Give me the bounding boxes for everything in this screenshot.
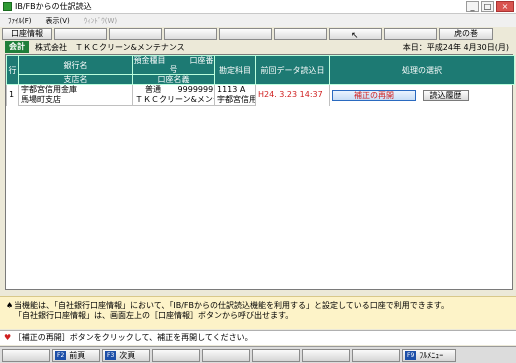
fkey-f5-button[interactable]: [202, 348, 250, 362]
fkey-f6-button[interactable]: [252, 348, 300, 362]
fkey-f2-badge: F2: [55, 350, 67, 360]
header-account-number: 預金種目 口座番号: [132, 55, 215, 75]
account-number: 9999999: [177, 85, 214, 94]
header-row-number: 行: [6, 55, 19, 85]
company-bar: 会計 株式会社 ＴＫＣクリーン&メンテナンス 本日：平成24年 4月30日(月): [5, 41, 513, 53]
notice-line-1: ♠当機能は、「自社銀行口座情報」において、「IB/FBからの仕訳読込機能を利用す…: [6, 301, 449, 310]
kaikei-badge: 会計: [5, 41, 29, 53]
header-account-name: 口座名義: [132, 74, 215, 85]
toolbar-button-2[interactable]: [54, 28, 107, 40]
resume-correction-button[interactable]: 補正の再開: [332, 89, 416, 101]
bank-name: 宇都宮信用金庫: [18, 84, 133, 95]
fkey-prev-page-label: 前頁: [69, 350, 86, 360]
toolbar: 口座情報 虎の巻: [0, 27, 516, 41]
heart-icon: ♥: [4, 333, 12, 342]
menu-window[interactable]: ｳｨﾝﾄﾞｳ(W): [84, 16, 117, 26]
minimize-button[interactable]: _: [466, 1, 479, 12]
account-name: ＴＫＣクリーン&メンテナンス: [132, 95, 215, 106]
read-history-button[interactable]: 読込履歴: [422, 89, 469, 101]
menu-view[interactable]: 表示(V): [46, 16, 70, 26]
branch-name: 馬場町支店: [18, 95, 133, 106]
window-titlebar: IB/FBからの仕訳読込 _ □ ×: [0, 0, 516, 14]
function-key-bar: F2 前頁 F3 次頁 F9 ﾌﾙﾒﾆｭｰ: [0, 346, 516, 363]
fkey-f1-button[interactable]: [2, 348, 50, 362]
subject-name: 宇都宮信用: [214, 95, 256, 106]
toolbar-button-3[interactable]: [109, 28, 162, 40]
fkey-next-page-label: 次頁: [119, 350, 136, 360]
mouse-cursor-icon: ↖: [351, 31, 359, 41]
close-button[interactable]: ×: [496, 1, 514, 12]
header-subject: 勘定科目: [214, 55, 256, 85]
fkey-f4-button[interactable]: [152, 348, 200, 362]
status-text: ［補正の再開］ボタンをクリックして、補正を再開してください。: [13, 333, 253, 342]
app-icon: [3, 2, 12, 11]
deposit-type: 普通: [145, 85, 161, 94]
notice-line-2: 「自社銀行口座情報」は、画面左上の［口座情報］ボタンから呼び出せます。: [14, 311, 294, 320]
menu-bar: ﾌｧｲﾙ(F) 表示(V) ｳｨﾝﾄﾞｳ(W): [0, 14, 516, 27]
header-last-read: 前回データ読込日: [255, 55, 330, 85]
tora-no-maki-button[interactable]: 虎の巻: [439, 28, 493, 40]
toolbar-button-8[interactable]: [384, 28, 437, 40]
menu-file[interactable]: ﾌｧｲﾙ(F): [8, 16, 32, 26]
company-name: 株式会社 ＴＫＣクリーン&メンテナンス: [35, 42, 185, 52]
fkey-f7-button[interactable]: [302, 348, 350, 362]
account-table: 行 銀行名 預金種目 口座番号 勘定科目 前回データ読込日 処理の選択 支店名 …: [5, 54, 515, 290]
row-number: 1: [6, 84, 19, 106]
subject-code: 1113 A: [214, 84, 256, 95]
toolbar-button-4[interactable]: [164, 28, 217, 40]
fkey-f3-badge: F3: [105, 350, 117, 360]
today-date: 本日：平成24年 4月30日(月): [402, 42, 509, 52]
action-cell: 補正の再開 読込履歴: [329, 84, 515, 106]
header-action: 処理の選択: [329, 55, 515, 85]
fkey-f9-badge: F9: [405, 350, 417, 360]
toolbar-button-5[interactable]: [219, 28, 272, 40]
status-bar: ♥ ［補正の再開］ボタンをクリックして、補正を再開してください。: [0, 330, 516, 345]
notice-panel: ♠当機能は、「自社銀行口座情報」において、「IB/FBからの仕訳読込機能を利用す…: [0, 296, 516, 329]
spade-icon: ♠: [6, 301, 14, 310]
header-bank: 銀行名: [18, 55, 133, 75]
toolbar-button-6[interactable]: [274, 28, 327, 40]
maximize-button[interactable]: □: [481, 1, 494, 12]
table-row[interactable]: 1 宇都宮信用金庫 普通 9999999 1113 A H24. 3.23 14…: [6, 84, 515, 106]
account-info-button[interactable]: 口座情報: [2, 28, 52, 40]
last-read-date: H24. 3.23 14:37: [255, 84, 330, 106]
header-branch: 支店名: [18, 74, 133, 85]
fkey-full-menu-button[interactable]: F9 ﾌﾙﾒﾆｭｰ: [402, 348, 456, 362]
fkey-next-page-button[interactable]: F3 次頁: [102, 348, 150, 362]
fkey-f8-button[interactable]: [352, 348, 400, 362]
window-title: IB/FBからの仕訳読込: [15, 2, 92, 11]
fkey-full-menu-label: ﾌﾙﾒﾆｭｰ: [419, 350, 444, 360]
fkey-prev-page-button[interactable]: F2 前頁: [52, 348, 100, 362]
account-number-cell: 普通 9999999: [132, 84, 215, 95]
